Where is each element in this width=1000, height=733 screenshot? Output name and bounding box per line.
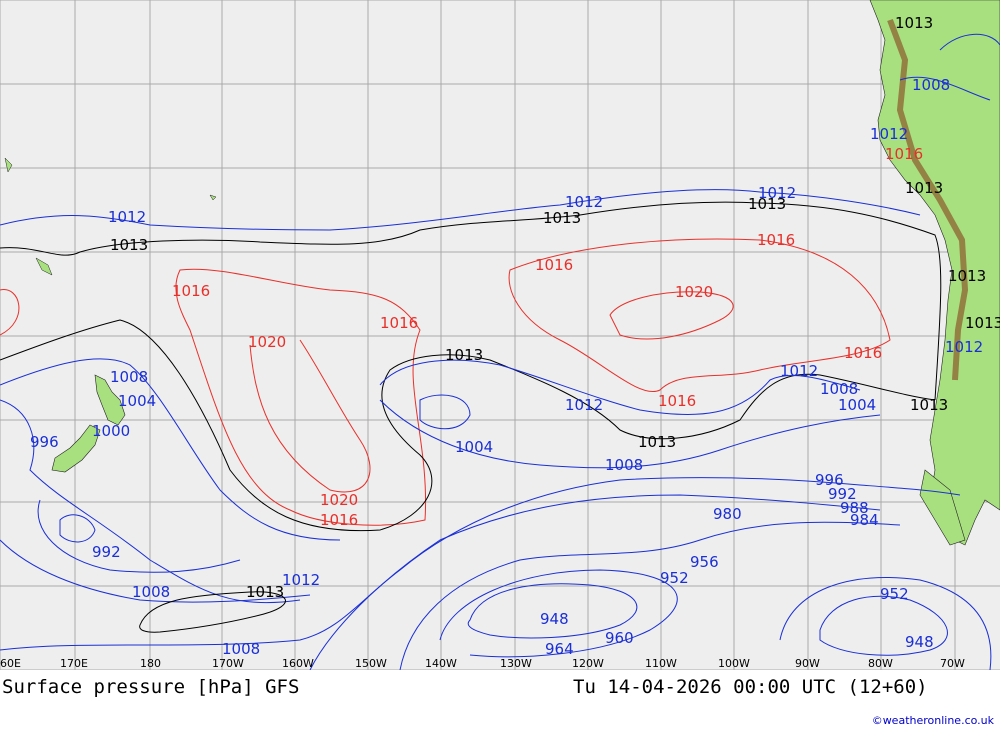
longitude-label: 160W [282,657,314,670]
isobar-label: 1016 [172,282,210,300]
map-title: Surface pressure [hPa] GFS [2,676,300,698]
pressure-map: 1012101310161020101210131016102010161013… [0,0,1000,670]
longitude-label: 140W [425,657,457,670]
isobar-label: 1000 [92,422,130,440]
isobar-label: 1016 [380,314,418,332]
isobar-label: 1013 [110,236,148,254]
isobar-label: 1013 [445,346,483,364]
longitude-label: 100W [718,657,750,670]
isobar-label: 1004 [838,396,876,414]
isobar-label: 956 [690,553,719,571]
isobar-label: 1016 [320,511,358,529]
credit-link[interactable]: ©weatheronline.co.uk [872,714,994,727]
isobar-label: 1013 [910,396,948,414]
isobar-label: 980 [713,505,742,523]
longitude-label: 170E [60,657,88,670]
isobar-label: 952 [880,585,909,603]
isobar-label: 960 [605,629,634,647]
isobar-label: 964 [545,640,574,658]
isobar-label: 1008 [132,583,170,601]
longitude-label: 90W [795,657,820,670]
longitude-label: 80W [868,657,893,670]
isobar-label: 996 [30,433,59,451]
longitude-label: 120W [572,657,604,670]
isobar-label: 1013 [948,267,986,285]
isobar-label: 1012 [780,362,818,380]
longitude-label: 170W [212,657,244,670]
longitude-label: 70W [940,657,965,670]
isobar-label: 1012 [565,396,603,414]
longitude-label: 110W [645,657,677,670]
isobar-label: 1008 [222,640,260,658]
isobar-label: 948 [540,610,569,628]
isobar-label: 1013 [895,14,933,32]
isobar-label: 948 [905,633,934,651]
isobar-label: 1004 [118,392,156,410]
isobar-label: 1020 [248,333,286,351]
isobar-label: 1013 [638,433,676,451]
isobar-label: 1016 [757,231,795,249]
isobar-label: 1012 [870,125,908,143]
isobar-label: 1013 [246,583,284,601]
isobar-label: 1016 [658,392,696,410]
longitude-label: 150W [355,657,387,670]
isobar-label: 1013 [965,314,1000,332]
longitude-label: 60E [0,657,21,670]
isobar-label: 1012 [108,208,146,226]
isobar-label: 1016 [885,145,923,163]
isobar-label: 984 [850,511,879,529]
valid-time: Tu 14-04-2026 00:00 UTC (12+60) [573,676,928,698]
longitude-label: 180 [140,657,161,670]
isobar-label: 1008 [912,76,950,94]
longitude-label: 130W [500,657,532,670]
isobar-label: 952 [660,569,689,587]
isobar-label: 1016 [844,344,882,362]
isobar-label: 1008 [110,368,148,386]
isobar-label: 1013 [748,195,786,213]
weather-map-page: 1012 1013 1016 1020 1012 1013 1016 1020 1016 1013… [0,0,1000,733]
isobar-label: 1016 [535,256,573,274]
isobar-label: 1020 [675,283,713,301]
isobar-label: 1004 [455,438,493,456]
isobar-label: 1012 [282,571,320,589]
isobar-label: 1008 [605,456,643,474]
isobar-label: 992 [92,543,121,561]
isobar-label: 1020 [320,491,358,509]
isobar-label: 1013 [905,179,943,197]
isobar-label: 1012 [945,338,983,356]
isobar-label: 1013 [543,209,581,227]
